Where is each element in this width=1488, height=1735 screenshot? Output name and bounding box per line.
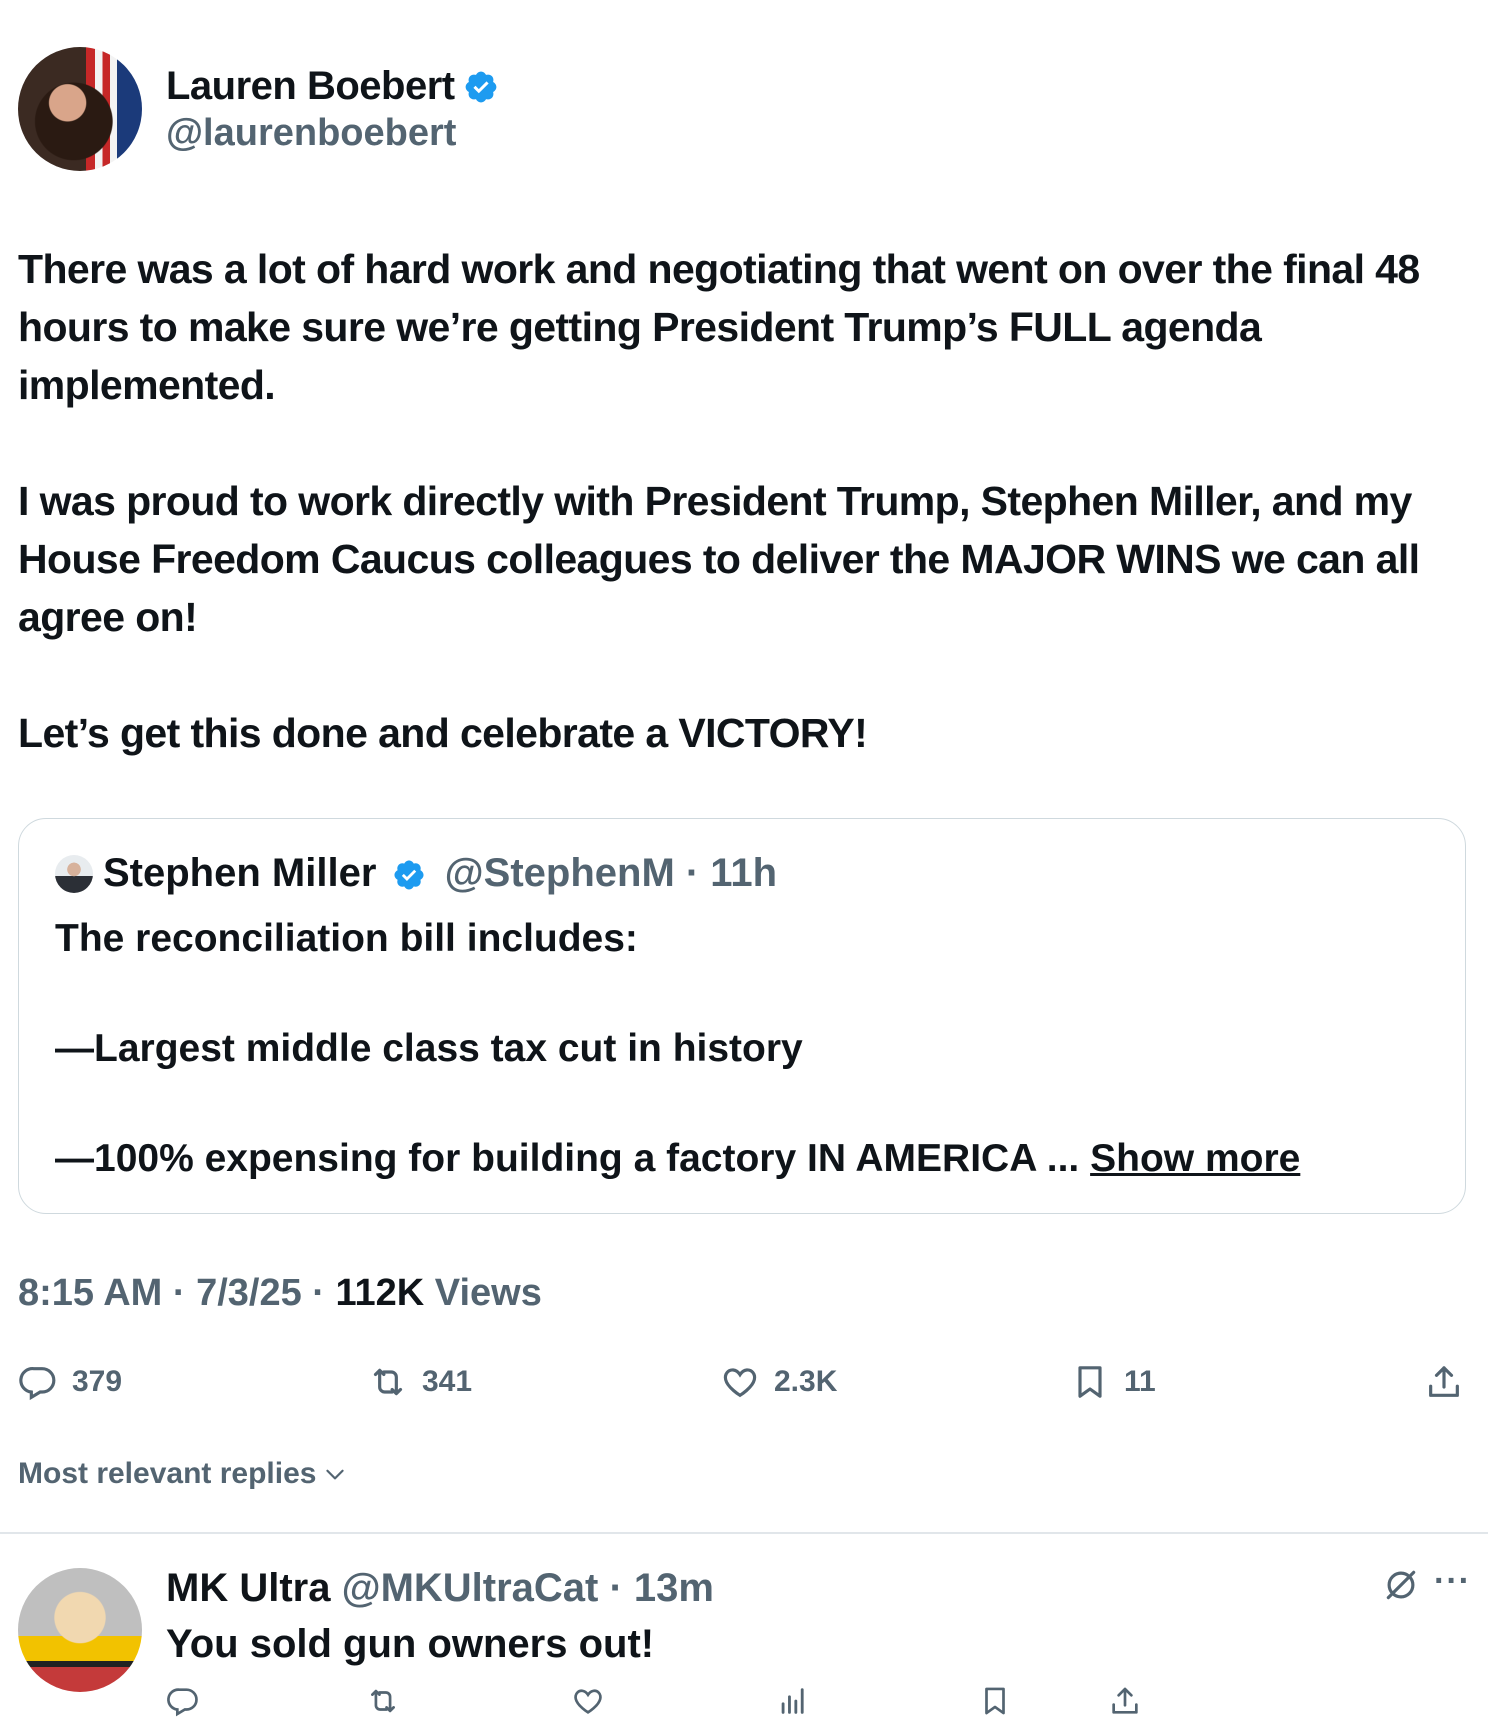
reply-header: MK Ultra @MKUltraCat · 13m bbox=[166, 1562, 714, 1614]
heart-icon bbox=[723, 1368, 757, 1398]
quote-handle-time: @StephenM · 11h bbox=[444, 851, 778, 895]
divider bbox=[0, 1532, 1488, 1534]
like-button[interactable]: 2.3K bbox=[720, 1352, 837, 1412]
quote-header: Stephen Miller @StephenM · 11h bbox=[103, 847, 777, 899]
quote-line-last: —100% expensing for building a factory I… bbox=[55, 1131, 1435, 1186]
bookmark-icon[interactable] bbox=[978, 1684, 1012, 1718]
reply-author-name[interactable]: MK Ultra bbox=[166, 1566, 330, 1610]
author-name[interactable]: Lauren Boebert bbox=[166, 64, 455, 108]
chevron-down-icon bbox=[326, 1469, 345, 1480]
views-chart-icon[interactable] bbox=[776, 1684, 810, 1718]
views-count: 112K bbox=[335, 1272, 425, 1314]
share-icon bbox=[1429, 1366, 1459, 1397]
tweet-paragraph: I was proud to work directly with Presid… bbox=[18, 478, 1420, 640]
reply-author-avatar[interactable] bbox=[18, 1568, 142, 1692]
verified-badge-icon bbox=[465, 71, 496, 103]
repost-icon[interactable] bbox=[366, 1684, 400, 1718]
author-name-row[interactable]: Lauren Boebert bbox=[166, 62, 499, 110]
reply-handle-time[interactable]: @MKUltraCat · 13m bbox=[342, 1566, 714, 1610]
grok-icon[interactable] bbox=[1382, 1566, 1420, 1604]
quote-author-avatar bbox=[55, 855, 93, 893]
repost-button[interactable]: 341 bbox=[368, 1352, 472, 1412]
more-options-icon[interactable]: ··· bbox=[1434, 1562, 1471, 1601]
show-more-link[interactable]: Show more bbox=[1090, 1137, 1300, 1180]
quote-line: —100% expensing for building a factory I… bbox=[55, 1137, 1080, 1180]
reply-text: You sold gun owners out! bbox=[166, 1622, 655, 1666]
quote-text: The reconciliation bill includes: —Large… bbox=[55, 911, 1435, 1241]
bookmark-button[interactable]: 11 bbox=[1070, 1352, 1156, 1412]
author-avatar[interactable] bbox=[18, 47, 142, 171]
repost-icon bbox=[373, 1368, 403, 1396]
tweet-meta: 8:15 AM · 7/3/25 · 112K Views bbox=[18, 1268, 542, 1318]
like-count: 2.3K bbox=[774, 1365, 838, 1398]
share-button[interactable] bbox=[1424, 1352, 1464, 1412]
verified-badge-icon bbox=[393, 860, 424, 890]
author-handle[interactable]: @laurenboebert bbox=[166, 110, 456, 156]
tweet-paragraph: Let’s get this done and celebrate a VICT… bbox=[18, 710, 868, 756]
reply-icon bbox=[19, 1367, 56, 1401]
bookmark-count: 11 bbox=[1124, 1365, 1156, 1398]
repost-count: 341 bbox=[422, 1365, 473, 1398]
heart-icon[interactable] bbox=[571, 1684, 605, 1718]
views-label: Views bbox=[424, 1272, 542, 1314]
quote-line: —Largest middle class tax cut in history bbox=[55, 1027, 803, 1070]
quote-line: The reconciliation bill includes: bbox=[55, 917, 638, 960]
bookmark-icon bbox=[1078, 1366, 1102, 1398]
share-icon[interactable] bbox=[1108, 1684, 1142, 1718]
quote-tweet-card[interactable]: Stephen Miller @StephenM · 11h The recon… bbox=[18, 818, 1466, 1214]
sort-label: Most relevant replies bbox=[18, 1457, 317, 1490]
tweet-timestamp[interactable]: 8:15 AM · 7/3/25 · bbox=[18, 1272, 336, 1314]
reply-count: 379 bbox=[72, 1365, 123, 1398]
tweet-paragraph: There was a lot of hard work and negotia… bbox=[18, 246, 1420, 408]
tweet-text: There was a lot of hard work and negotia… bbox=[18, 240, 1468, 820]
tweet-action-bar: 379 341 2.3K 11 bbox=[18, 1352, 1468, 1412]
reply-button[interactable]: 379 bbox=[18, 1352, 122, 1412]
reply-sort-dropdown[interactable]: Most relevant replies bbox=[18, 1454, 348, 1494]
reply-action-bar bbox=[166, 1684, 1486, 1732]
reply-icon[interactable] bbox=[166, 1684, 200, 1718]
quote-author-name: Stephen Miller bbox=[103, 851, 377, 895]
